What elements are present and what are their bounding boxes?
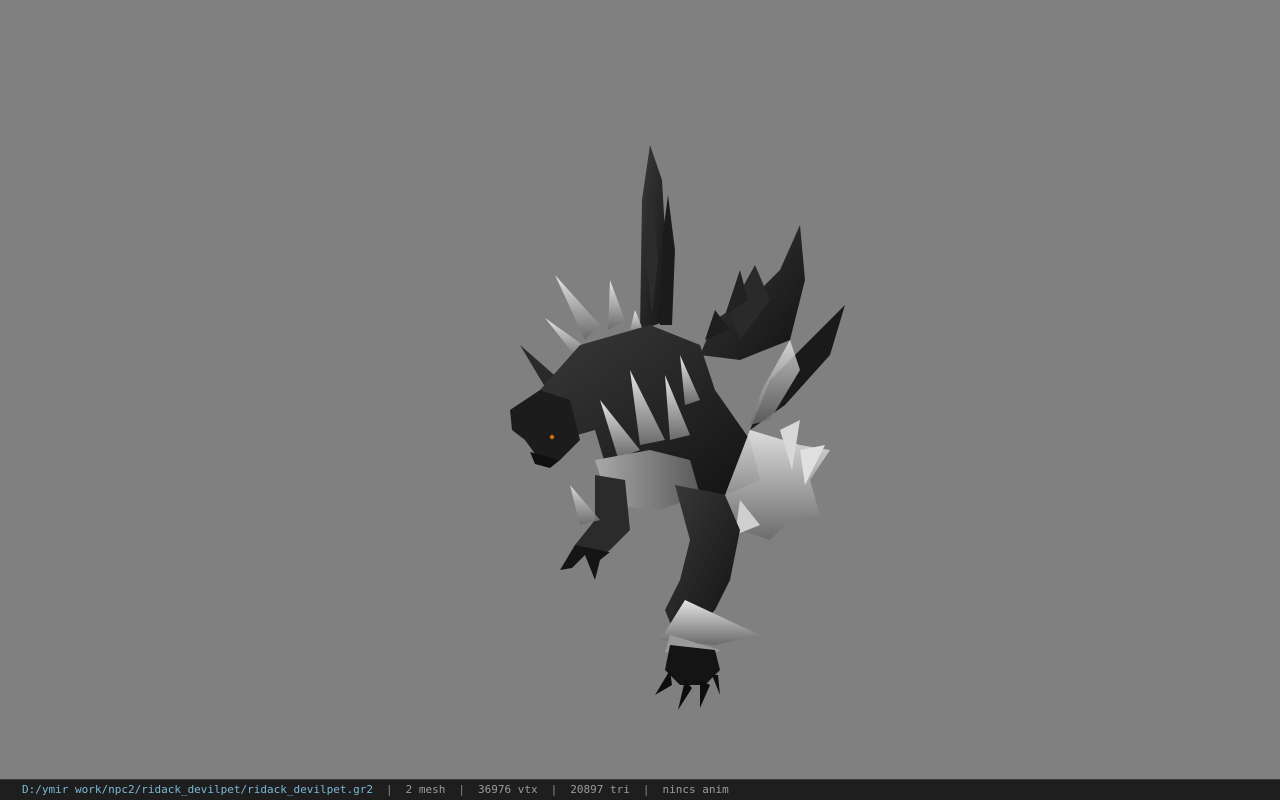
separator: | bbox=[386, 783, 393, 796]
triangle-count: 20897 tri bbox=[570, 783, 630, 796]
separator: | bbox=[458, 783, 465, 796]
animation-status: nincs anim bbox=[662, 783, 729, 796]
separator: | bbox=[550, 783, 558, 796]
devilpet-model-render bbox=[510, 145, 845, 710]
model-viewport[interactable] bbox=[0, 0, 1280, 779]
status-bar: D:/ymir work/npc2/ridack_devilpet/ridack… bbox=[0, 779, 1280, 800]
file-path: D:/ymir work/npc2/ridack_devilpet/ridack… bbox=[22, 783, 373, 796]
mesh-count: 2 mesh bbox=[405, 783, 446, 796]
separator: | bbox=[642, 783, 650, 796]
vertex-count: 36976 vtx bbox=[478, 783, 538, 796]
